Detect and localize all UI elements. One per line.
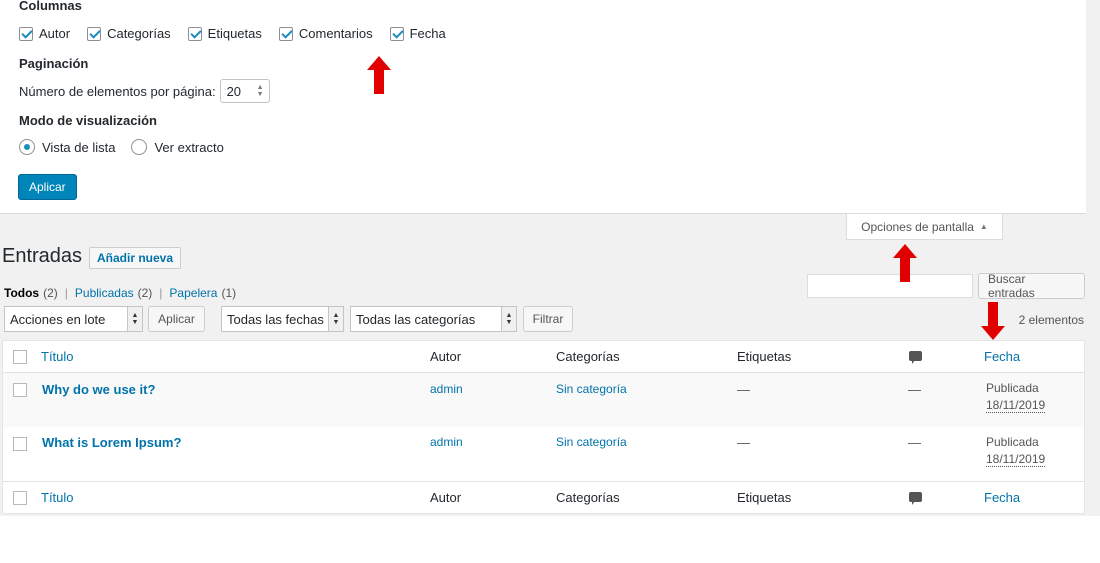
column-toggle-fecha[interactable]: Fecha (389, 26, 446, 41)
date-filter-select[interactable]: Todas las fechas ▲ ▼ (221, 306, 344, 332)
post-date: 18/11/2019 (986, 398, 1046, 413)
view-mode-excerpt[interactable]: Ver extracto (131, 139, 224, 155)
table-row: Why do we use it? admin Sin categoría — … (3, 373, 1084, 427)
radio-label: Vista de lista (42, 139, 116, 155)
checkbox-label: Etiquetas (207, 26, 262, 41)
comment-icon[interactable] (909, 492, 922, 505)
author-link[interactable]: admin (430, 435, 463, 449)
column-toggle-categorias[interactable]: Categorías (87, 26, 171, 41)
items-count: 2 elementos (1018, 313, 1084, 327)
post-title-link[interactable]: What is Lorem Ipsum? (42, 435, 181, 450)
column-tags-header: Etiquetas (737, 349, 792, 364)
select-all-checkbox[interactable] (13, 491, 27, 505)
row-checkbox[interactable] (13, 437, 27, 451)
red-arrow-down-icon (981, 302, 1005, 340)
separator: | (64, 286, 68, 300)
radio-label: Ver extracto (154, 139, 224, 155)
row-checkbox[interactable] (13, 383, 27, 397)
checkbox-label: Fecha (409, 26, 446, 41)
checkbox[interactable] (19, 26, 33, 41)
checkbox[interactable] (187, 26, 202, 41)
per-page-input[interactable]: 20 ▲ ▼ (219, 79, 270, 103)
table-footer-row: Título Autor Categorías Etiquetas Fecha (3, 481, 1084, 513)
posts-table: Título Autor Categorías Etiquetas Fecha … (2, 340, 1085, 514)
author-link[interactable]: admin (430, 382, 463, 396)
search-button[interactable]: Buscar entradas (978, 272, 1085, 300)
radio-button[interactable] (131, 139, 148, 155)
bulk-actions-value: Acciones en lote (10, 311, 106, 327)
search-input[interactable] (807, 274, 973, 298)
select-all-checkbox[interactable] (13, 350, 27, 364)
add-new-button[interactable]: Añadir nueva (89, 247, 182, 269)
column-categories-header: Categorías (556, 349, 620, 364)
checkbox-label: Comentarios (298, 26, 373, 41)
columns-heading: Columnas (19, 0, 82, 13)
filter-all[interactable]: Todos (2) (4, 286, 58, 300)
tags-value: — (737, 435, 750, 450)
category-link[interactable]: Sin categoría (556, 435, 627, 449)
post-status: Publicada (986, 381, 1039, 395)
bulk-actions-select[interactable]: Acciones en lote ▲ ▼ (4, 306, 143, 332)
table-row: What is Lorem Ipsum? admin Sin categoría… (3, 427, 1084, 481)
column-toggle-comentarios[interactable]: Comentarios (278, 26, 373, 41)
tags-value: — (737, 382, 750, 397)
date-filter-value: Todas las fechas (227, 311, 324, 327)
column-toggle-etiquetas[interactable]: Etiquetas (187, 26, 262, 41)
column-date-footer[interactable]: Fecha (984, 490, 1020, 505)
category-filter-select[interactable]: Todas las categorías ▲ ▼ (350, 306, 517, 332)
comment-icon[interactable] (909, 351, 922, 364)
checkbox-label: Autor (39, 26, 71, 41)
stepper-icon[interactable]: ▲ ▼ (257, 84, 264, 98)
post-title-link[interactable]: Why do we use it? (42, 382, 155, 397)
status-filter-links: Todos (2) | Publicadas (2) | Papelera (1) (4, 286, 236, 300)
filter-button[interactable]: Filtrar (523, 306, 573, 332)
screen-options-tab-label: Opciones de pantalla (861, 219, 974, 234)
triangle-up-icon: ▲ (979, 222, 988, 231)
separator: | (159, 286, 163, 300)
table-header-row: Título Autor Categorías Etiquetas Fecha (3, 341, 1084, 373)
screen-options-panel: Columnas Autor Categorías Etiquetas Come… (0, 0, 1086, 214)
column-author-header: Autor (430, 349, 462, 364)
per-page-value: 20 (226, 83, 242, 99)
category-link[interactable]: Sin categoría (556, 382, 627, 396)
per-page-row: Número de elementos por página: 20 ▲ ▼ (19, 79, 270, 103)
checkbox[interactable] (87, 26, 102, 41)
column-date-header[interactable]: Fecha (984, 349, 1020, 364)
view-mode-list[interactable]: Vista de lista (19, 139, 115, 155)
columns-checkboxes: Autor Categorías Etiquetas Comentarios F… (19, 26, 463, 41)
pagination-heading: Paginación (19, 56, 89, 71)
column-title-footer[interactable]: Título (41, 490, 74, 505)
category-filter-value: Todas las categorías (356, 311, 476, 327)
checkbox-label: Categorías (107, 26, 171, 41)
column-tags-footer: Etiquetas (737, 490, 792, 505)
checkbox[interactable] (278, 26, 293, 41)
filter-trash[interactable]: Papelera (1) (169, 286, 236, 300)
radio-button[interactable] (19, 139, 35, 155)
column-toggle-autor[interactable]: Autor (19, 26, 70, 41)
view-mode-heading: Modo de visualización (19, 113, 157, 128)
column-title-header[interactable]: Título (41, 349, 74, 364)
red-arrow-up-icon (367, 56, 391, 94)
view-mode-radios: Vista de lista Ver extracto (19, 139, 241, 155)
comments-value: — (908, 382, 921, 397)
post-date: 18/11/2019 (986, 452, 1046, 467)
per-page-label: Número de elementos por página: (19, 83, 216, 99)
post-status: Publicada (986, 435, 1039, 449)
column-author-footer: Autor (430, 490, 462, 505)
screen-options-apply-button[interactable]: Aplicar (18, 174, 77, 200)
page-title: Entradas (2, 245, 83, 267)
screen-options-tab[interactable]: Opciones de pantalla ▲ (846, 214, 1003, 240)
comments-value: — (908, 435, 921, 450)
dropdown-arrow-icon: ▲ ▼ (328, 307, 343, 331)
dropdown-arrow-icon: ▲ ▼ (501, 307, 516, 331)
dropdown-arrow-icon: ▲ ▼ (127, 307, 142, 331)
red-arrow-up-icon (893, 244, 917, 282)
bulk-apply-button[interactable]: Aplicar (148, 306, 205, 332)
filter-published[interactable]: Publicadas (2) (75, 286, 152, 300)
checkbox[interactable] (389, 26, 404, 41)
column-categories-footer: Categorías (556, 490, 620, 505)
